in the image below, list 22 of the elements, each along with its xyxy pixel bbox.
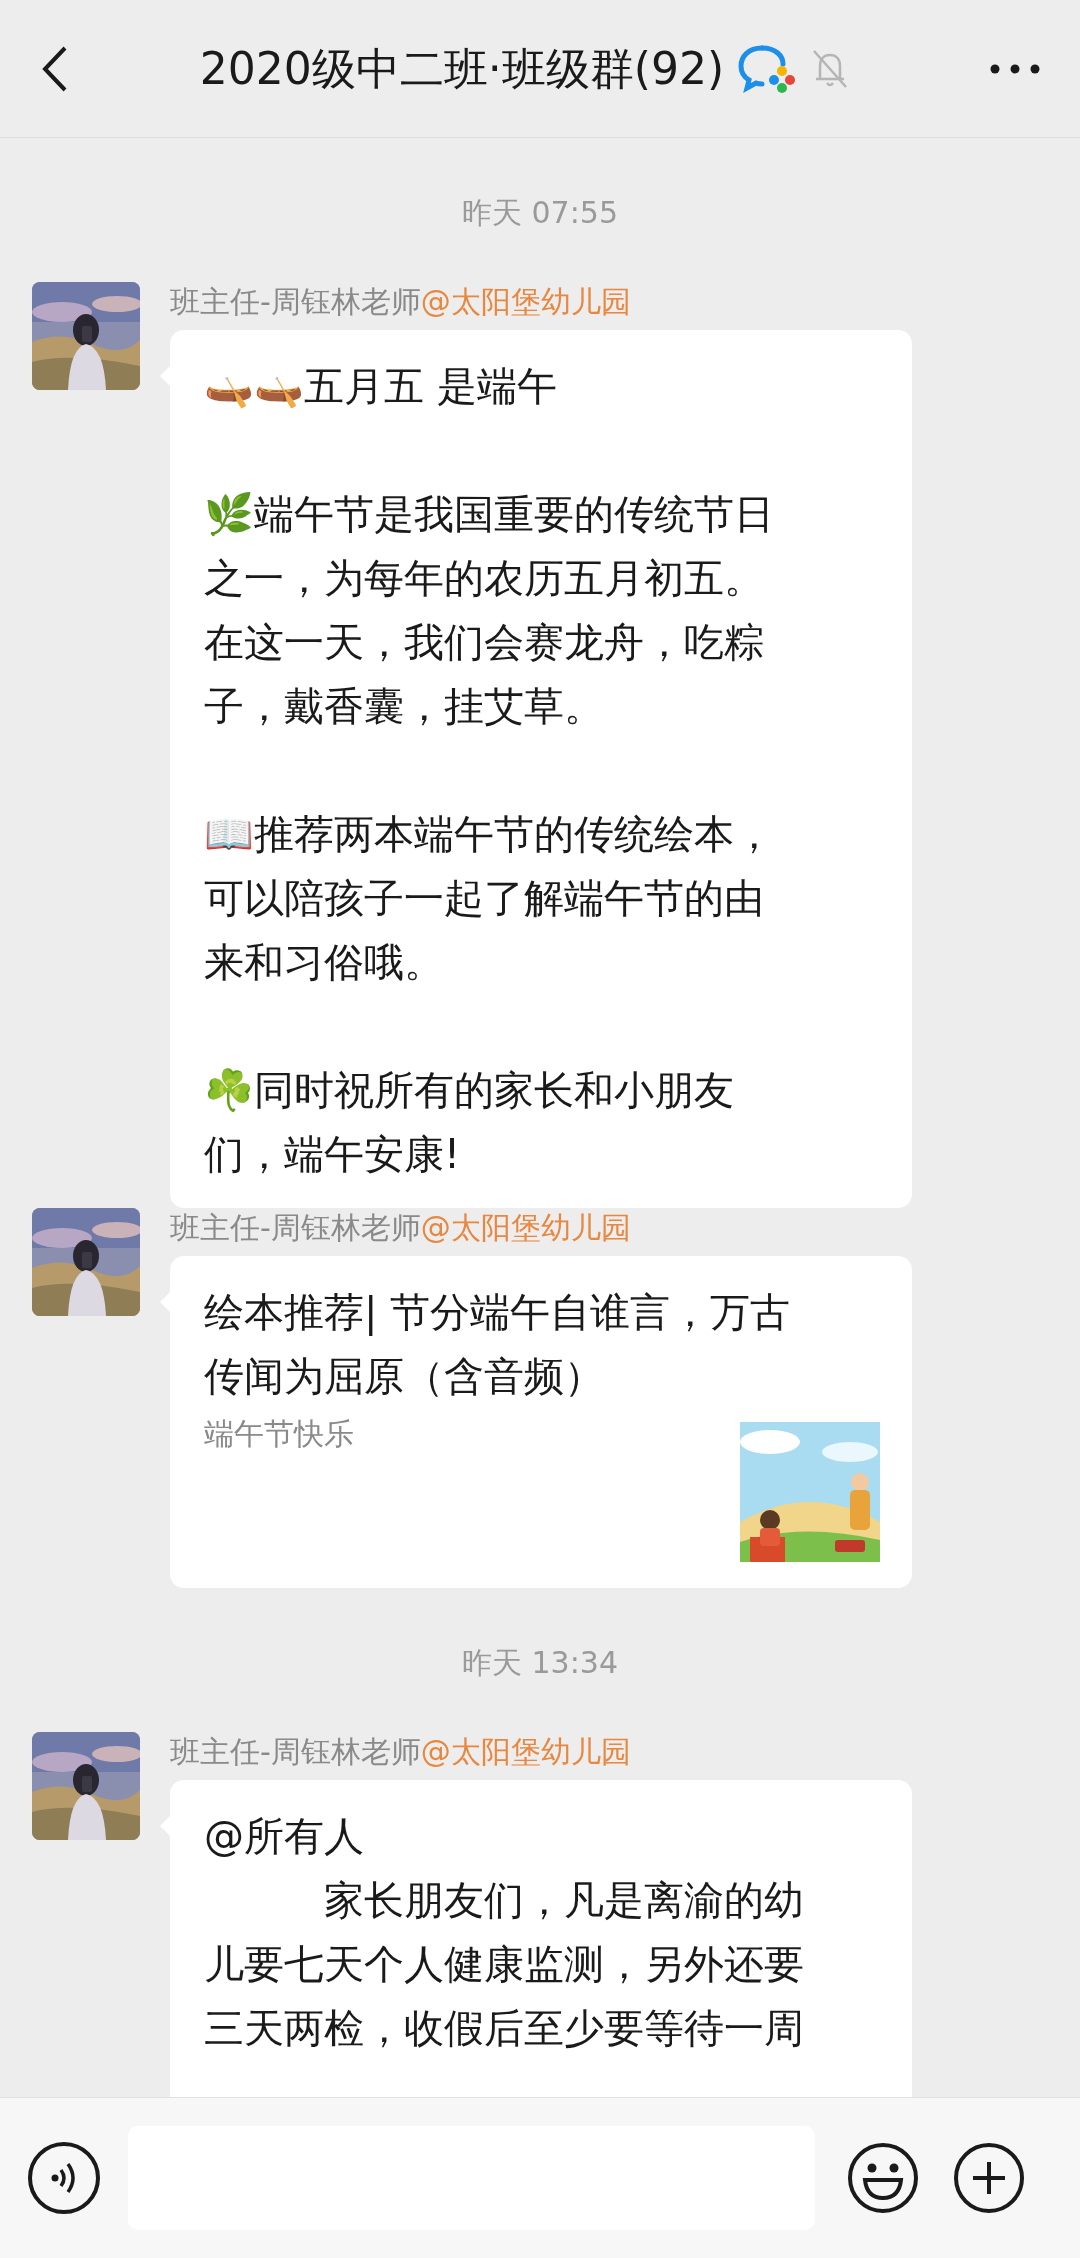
message-paragraph: 🌿端午节是我国重要的传统节日 之一，为每年的农历五月初五。 在这一天，我们会赛龙舟，吃粽 子，戴香囊，挂艾草。 — [204, 490, 775, 731]
link-card[interactable]: 绘本推荐| 节分端午自谁言，万古 传闻为屈原（含音频） 端午节快乐 — [170, 1256, 912, 1588]
message-paragraph: @所有人 — [204, 1812, 365, 1861]
sender-name: 班主任-周钰林老师@太阳堡幼儿园 — [170, 1209, 632, 1247]
plus-icon — [953, 2142, 1025, 2214]
plus-button[interactable] — [953, 2142, 1025, 2214]
timestamp: 昨天 13:34 — [462, 1643, 618, 1682]
link-title: 绘本推荐| 节分端午自谁言，万古 传闻为屈原（含音频） — [204, 1288, 792, 1401]
sender-name: 班主任-周钰林老师@太阳堡幼儿园 — [170, 283, 632, 321]
link-description: 端午节快乐 — [204, 1415, 354, 1453]
more-icon — [990, 63, 1040, 74]
voice-button[interactable] — [28, 2142, 100, 2214]
message-paragraph: 📖推荐两本端午节的传统绘本， 可以陪孩子一起了解端午节的由 来和习俗哦。 — [204, 810, 775, 987]
timestamp: 昨天 07:55 — [462, 193, 618, 232]
smiley-icon — [847, 2142, 919, 2214]
emoji-button[interactable] — [847, 2142, 919, 2214]
message-paragraph: 🛶🛶五月五 是端午 — [204, 362, 558, 411]
message-paragraph: 家长朋友们，凡是离渝的幼 儿要七天个人健康监测，另外还要 三天两检，收假后至少要等待一周 — [204, 1876, 805, 2053]
chat-title: 2020级中二班·班级群(92) — [199, 41, 725, 96]
chat-bubble-icon — [738, 43, 797, 94]
sender-name: 班主任-周钰林老师@太阳堡幼儿园 — [170, 1733, 632, 1771]
message-paragraph: ☘同时祝所有的家长和小朋友 们，端午安康! — [204, 1066, 735, 1179]
